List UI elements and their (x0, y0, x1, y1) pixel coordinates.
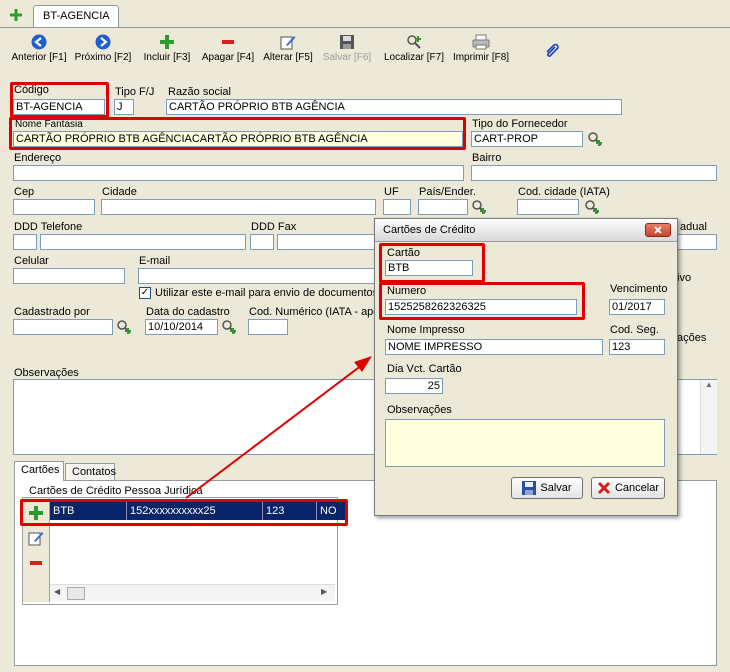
dialog-close-button[interactable] (645, 223, 671, 237)
tab-cartoes[interactable]: Cartões (14, 461, 64, 481)
dialog-save-button[interactable]: Salvar (511, 477, 583, 499)
dialog-cancel-button[interactable]: Cancelar (591, 477, 665, 499)
dialog-nome-impresso-label: Nome Impresso (387, 324, 465, 336)
dialog-title-bar: Cartões de Crédito (375, 219, 677, 242)
numero-highlight (379, 282, 585, 320)
dialog-observacoes-label: Observações (387, 404, 452, 416)
dialog-cod-seg-field[interactable]: 123 (609, 339, 665, 355)
cancel-icon (597, 481, 611, 495)
close-icon (654, 226, 662, 234)
cartao-highlight (379, 243, 485, 283)
dialog-dia-vct-field[interactable]: 25 (385, 378, 443, 394)
dialog-dia-vct-label: Dia Vct. Cartão (387, 363, 462, 375)
dialog-vencimento-field[interactable]: 01/2017 (609, 299, 665, 315)
dialog-cod-seg-label: Cod. Seg. (610, 324, 659, 336)
save-icon (522, 481, 537, 495)
credit-card-dialog: Cartões de Crédito Cartão BTB Numero 152… (374, 218, 678, 516)
dialog-vencimento-label: Vencimento (610, 283, 668, 295)
dialog-nome-impresso-field[interactable]: NOME IMPRESSO (385, 339, 603, 355)
dialog-observacoes-field[interactable] (385, 419, 665, 467)
